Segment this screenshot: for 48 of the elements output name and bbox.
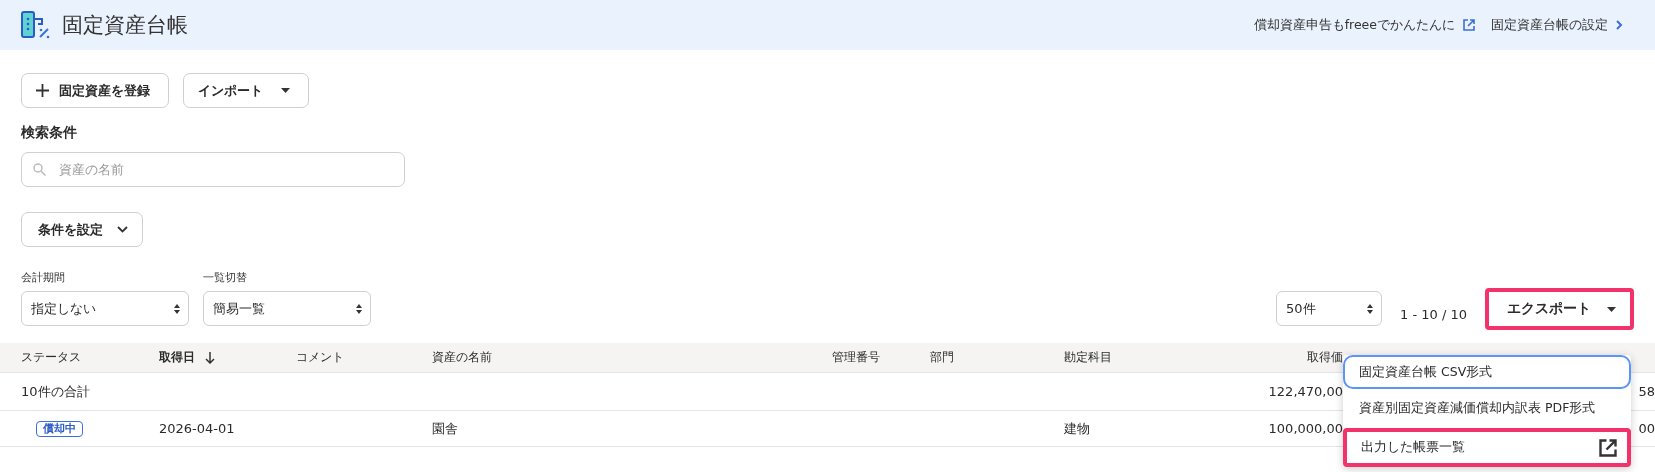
column-header[interactable]: 部門 bbox=[930, 349, 1064, 366]
external-link-icon bbox=[1463, 19, 1475, 31]
caret-icon bbox=[281, 88, 290, 93]
sort-down-icon bbox=[205, 351, 215, 364]
chevron-down-icon bbox=[117, 226, 128, 233]
select-arrows-icon bbox=[1367, 303, 1374, 314]
status-badge: 償却中 bbox=[36, 420, 83, 437]
column-header[interactable]: ステータス bbox=[0, 349, 159, 366]
menu-item[interactable]: 資産別固定資産減価償却内訳表 PDF形式 bbox=[1343, 389, 1631, 428]
search-icon bbox=[33, 163, 46, 176]
plus-icon bbox=[36, 84, 49, 97]
table-cell: 58 bbox=[1638, 384, 1655, 399]
header-link[interactable]: 償却資産申告もfreeeでかんたんに bbox=[1253, 16, 1475, 34]
chevron-right-icon bbox=[1616, 20, 1623, 30]
column-header[interactable]: 管理番号 bbox=[832, 349, 930, 366]
filter-label: 一覧切替 bbox=[203, 270, 248, 285]
external-link-icon bbox=[1599, 438, 1617, 457]
table-cell: 122,470,00 bbox=[1268, 384, 1343, 399]
table-cell: 園舎 bbox=[432, 419, 458, 438]
table-cell: 建物 bbox=[1064, 419, 1090, 438]
search-field[interactable]: 資産の名前 bbox=[21, 152, 405, 187]
header-link[interactable]: 固定資産台帳の設定 bbox=[1491, 16, 1623, 34]
action-button[interactable]: 固定資産を登録 bbox=[21, 73, 169, 108]
action-button[interactable]: インポート bbox=[183, 73, 309, 108]
ledger-logo-icon bbox=[20, 11, 52, 39]
table-cell: 100,000,00 bbox=[1268, 421, 1343, 436]
page-title: 固定資産台帳 bbox=[62, 12, 188, 39]
menu-item[interactable]: 出力した帳票一覧 bbox=[1343, 428, 1631, 467]
menu-item[interactable]: 固定資産台帳 CSV形式 bbox=[1343, 355, 1631, 389]
table-cell: 2026-04-01 bbox=[159, 421, 235, 436]
search-heading: 検索条件 bbox=[21, 124, 78, 142]
column-header[interactable]: 取得日 bbox=[159, 349, 296, 366]
select-arrows-icon bbox=[356, 303, 362, 314]
filter-label: 会計期間 bbox=[21, 270, 66, 285]
filter-select[interactable]: 簡易一覧 bbox=[203, 291, 371, 326]
per-page-select[interactable]: 50件 bbox=[1276, 291, 1383, 326]
select-arrows-icon bbox=[174, 303, 180, 314]
conditions-button[interactable]: 条件を設定 bbox=[21, 212, 143, 247]
column-header[interactable]: 取得価 bbox=[1160, 349, 1343, 366]
caret-icon bbox=[1607, 306, 1616, 312]
filter-select[interactable]: 指定しない bbox=[21, 291, 189, 326]
column-header[interactable]: コメント bbox=[296, 349, 432, 366]
table-cell: 10件の合計 bbox=[21, 382, 90, 401]
page-range: 1 - 10 / 10 bbox=[1400, 305, 1467, 322]
table-cell: 00 bbox=[1638, 421, 1655, 436]
column-header[interactable]: 資産の名前 bbox=[432, 349, 832, 366]
export-button[interactable]: エクスポート bbox=[1485, 288, 1634, 330]
column-header[interactable]: 勘定科目 bbox=[1064, 349, 1160, 366]
